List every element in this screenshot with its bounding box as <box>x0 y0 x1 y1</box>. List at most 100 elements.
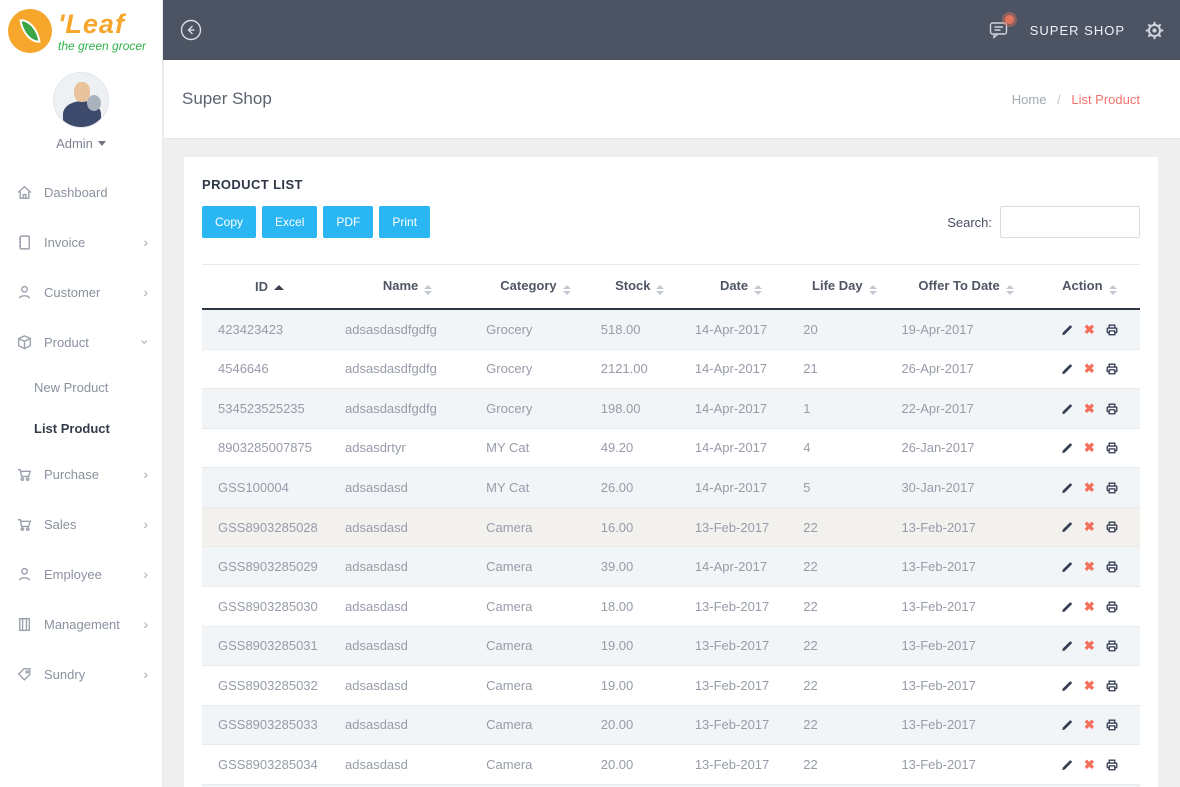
chevron-right-icon: › <box>143 516 148 532</box>
delete-icon[interactable]: ✖ <box>1084 361 1095 377</box>
print-icon[interactable] <box>1105 323 1119 337</box>
print-icon[interactable] <box>1105 718 1119 732</box>
brand-logo[interactable]: 'Leaf the green grocer <box>0 0 162 62</box>
edit-icon[interactable] <box>1060 758 1074 772</box>
cell-id: GSS8903285030 <box>202 586 338 627</box>
page-header: Super Shop Home / List Product <box>164 60 1180 139</box>
cell-life_day: 22 <box>795 744 894 785</box>
print-icon[interactable] <box>1105 639 1119 653</box>
column-header-id[interactable]: ID <box>202 264 338 310</box>
sidebar-item-sales[interactable]: Sales › <box>0 499 162 549</box>
edit-icon[interactable] <box>1060 639 1074 653</box>
sidebar-item-product[interactable]: Product › <box>0 317 162 367</box>
delete-icon[interactable]: ✖ <box>1084 322 1095 338</box>
edit-icon[interactable] <box>1060 323 1074 337</box>
avatar[interactable] <box>53 72 109 128</box>
edit-icon[interactable] <box>1060 600 1074 614</box>
cell-category: Grocery <box>478 309 593 350</box>
edit-icon[interactable] <box>1060 402 1074 416</box>
delete-icon[interactable]: ✖ <box>1084 440 1095 456</box>
print-icon[interactable] <box>1105 441 1119 455</box>
edit-icon[interactable] <box>1060 560 1074 574</box>
cell-stock: 26.00 <box>592 467 687 508</box>
cell-id: 534523525235 <box>202 388 338 429</box>
delete-icon[interactable]: ✖ <box>1084 401 1095 417</box>
print-button[interactable]: Print <box>379 206 431 238</box>
cell-offer_to_date: 26-Jan-2017 <box>893 428 1039 469</box>
print-icon[interactable] <box>1105 679 1119 693</box>
print-icon[interactable] <box>1105 362 1119 376</box>
sort-both-icon <box>562 285 571 295</box>
cell-category: Camera <box>478 665 593 706</box>
column-header-action[interactable]: Action <box>1038 264 1140 310</box>
print-icon[interactable] <box>1105 481 1119 495</box>
edit-icon[interactable] <box>1060 679 1074 693</box>
print-icon[interactable] <box>1105 600 1119 614</box>
delete-icon[interactable]: ✖ <box>1084 678 1095 694</box>
copy-button[interactable]: Copy <box>202 206 257 238</box>
sidebar-item-purchase[interactable]: Purchase › <box>0 449 162 499</box>
sidebar-subitem-list-product[interactable]: List Product <box>0 408 162 449</box>
shop-name[interactable]: SUPER SHOP <box>1030 23 1125 38</box>
cell-name: adsasdasd <box>337 665 479 706</box>
excel-button[interactable]: Excel <box>262 206 318 238</box>
column-header-stock[interactable]: Stock <box>592 264 687 310</box>
edit-icon[interactable] <box>1060 718 1074 732</box>
print-icon[interactable] <box>1105 402 1119 416</box>
print-icon[interactable] <box>1105 560 1119 574</box>
settings-gear-icon[interactable] <box>1145 21 1164 40</box>
column-header-offer-to-date[interactable]: Offer To Date <box>893 264 1039 310</box>
sidebar-subitem-new-product[interactable]: New Product <box>0 367 162 408</box>
messages-icon[interactable] <box>988 15 1014 41</box>
pdf-button[interactable]: PDF <box>323 206 374 238</box>
cell-actions: ✖ <box>1038 309 1140 350</box>
delete-icon[interactable]: ✖ <box>1084 757 1095 773</box>
sort-both-icon <box>754 285 763 295</box>
product-icon <box>17 334 32 349</box>
chevron-right-icon: › <box>143 234 148 250</box>
column-header-date[interactable]: Date <box>686 264 796 310</box>
delete-icon[interactable]: ✖ <box>1084 638 1095 654</box>
print-icon[interactable] <box>1105 758 1119 772</box>
sidebar-item-dashboard[interactable]: Dashboard <box>0 167 162 217</box>
search-input[interactable] <box>1000 206 1140 238</box>
delete-icon[interactable]: ✖ <box>1084 519 1095 535</box>
search-block: Search: <box>947 206 1140 238</box>
delete-icon[interactable]: ✖ <box>1084 480 1095 496</box>
cell-id: GSS8903285034 <box>202 744 338 785</box>
cell-id: 8903285007875 <box>202 428 338 469</box>
sidebar-item-invoice[interactable]: Invoice › <box>0 217 162 267</box>
column-header-life-day[interactable]: Life Day <box>795 264 894 310</box>
cell-offer_to_date: 13-Feb-2017 <box>893 744 1039 785</box>
sidebar-item-customer[interactable]: Customer › <box>0 267 162 317</box>
breadcrumb-home-link[interactable]: Home <box>1012 92 1047 107</box>
cell-name: adsasdasd <box>337 467 479 508</box>
sidebar-toggle-icon[interactable] <box>179 18 203 42</box>
sidebar-item-employee[interactable]: Employee › <box>0 549 162 599</box>
table-row: 534523525235 adsasdasdfgdfg Grocery 198.00 1… <box>202 388 1140 429</box>
print-icon[interactable] <box>1105 520 1119 534</box>
delete-icon[interactable]: ✖ <box>1084 599 1095 615</box>
cell-offer_to_date: 13-Feb-2017 <box>893 626 1039 667</box>
sidebar-nav: Dashboard Invoice › Customer › Product ›… <box>0 167 162 699</box>
edit-icon[interactable] <box>1060 481 1074 495</box>
sidebar-item-management[interactable]: Management › <box>0 599 162 649</box>
sidebar-item-sundry[interactable]: Sundry › <box>0 649 162 699</box>
cell-life_day: 1 <box>795 388 894 429</box>
delete-icon[interactable]: ✖ <box>1084 559 1095 575</box>
edit-icon[interactable] <box>1060 441 1074 455</box>
management-icon <box>19 617 30 631</box>
delete-icon[interactable]: ✖ <box>1084 717 1095 733</box>
column-header-category[interactable]: Category <box>478 264 593 310</box>
cell-category: Camera <box>478 586 593 627</box>
edit-icon[interactable] <box>1060 520 1074 534</box>
table-controls: Copy Excel PDF Print Search: <box>202 206 1140 238</box>
cell-date: 13-Feb-2017 <box>686 705 796 746</box>
edit-icon[interactable] <box>1060 362 1074 376</box>
admin-name: Admin <box>56 136 93 151</box>
admin-dropdown[interactable]: Admin <box>0 136 162 151</box>
cell-date: 14-Apr-2017 <box>686 388 796 429</box>
breadcrumb-current[interactable]: List Product <box>1071 92 1140 107</box>
column-header-name[interactable]: Name <box>337 264 479 310</box>
cell-offer_to_date: 13-Feb-2017 <box>893 546 1039 587</box>
